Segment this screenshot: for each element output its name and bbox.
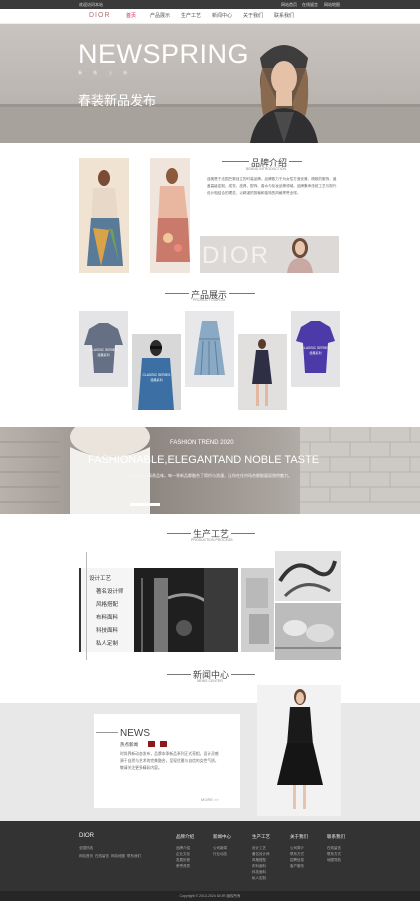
top-link-sitemap[interactable]: 网站地图 <box>324 2 340 7</box>
news-card-line <box>96 732 118 733</box>
product-card-3[interactable] <box>185 311 234 387</box>
logo[interactable]: DIOR <box>89 12 111 19</box>
hero-small-text: 春 装 上 新 <box>78 70 133 75</box>
footer-col-link[interactable]: 发展历程 <box>176 858 190 863</box>
footer-col-link[interactable]: 风格搭配 <box>252 858 266 863</box>
main-nav: DIOR 首页 产品展示 生产工艺 新闻中心 关于我们 联系我们 <box>0 9 420 24</box>
footer-link-home[interactable]: 网站首页 <box>79 854 93 859</box>
svg-text:经典系列: 经典系列 <box>97 352 109 357</box>
footer-col-title-about: 关于我们 <box>290 834 308 839</box>
footer-logo: DIOR <box>79 833 94 839</box>
footer-col-link[interactable]: 地图导航 <box>327 858 341 863</box>
nav-item-products[interactable]: 产品展示 <box>150 12 170 19</box>
brand-body: 迪奥是于法国巴黎创立的时装品牌。品牌致力于为女性打造优雅、精致的服饰，涵盖高级定… <box>207 177 337 195</box>
svg-text:CLASSIC SERIES: CLASSIC SERIES <box>302 346 331 350</box>
product-card-2[interactable]: CLASSIC SERIES 经典系列 <box>132 334 181 410</box>
news-photo <box>257 685 341 816</box>
news-card-title: NEWS <box>120 728 150 739</box>
footer-col-link[interactable]: 联系方式 <box>327 852 341 857</box>
footer-col-title-brand: 品牌介绍 <box>176 834 194 839</box>
nav-item-process[interactable]: 生产工艺 <box>181 12 201 19</box>
product-card-5[interactable]: CLASSIC SERIES 经典系列 <box>291 311 340 387</box>
news-card[interactable]: NEWS 热点新闻 时尚界新动态发布，品牌本季新品系列正式亮相，设计灵感源于自然… <box>94 714 240 808</box>
footer-link-contact[interactable]: 联系我们 <box>127 854 141 859</box>
process-menu-item-tech[interactable]: 科技面料 <box>96 626 118 634</box>
footer: DIOR 全国热线 网站首页 在线留言 网站地图 联系我们 品牌介绍 品牌介绍 … <box>0 821 420 891</box>
footer-col-title-process: 生产工艺 <box>252 834 270 839</box>
footer-col-link[interactable]: 设计工艺 <box>252 846 266 851</box>
footer-link-sitemap[interactable]: 网站地图 <box>111 854 125 859</box>
process-photo-main <box>134 568 238 652</box>
footer-col-title-contact: 联系我们 <box>327 834 345 839</box>
footer-col-link[interactable]: 私人定制 <box>252 876 266 881</box>
products-subtitle: PRODUCT DISPLAY <box>193 298 226 302</box>
news-card-label: 热点新闻 <box>120 742 138 747</box>
brand-watermark: DIOR <box>202 242 270 269</box>
svg-text:CLASSIC SERIES: CLASSIC SERIES <box>143 373 172 377</box>
process-menu-border <box>86 552 87 660</box>
footer-col-link[interactable]: 公司简介 <box>290 846 304 851</box>
top-link-home[interactable]: 网站首页 <box>281 2 297 7</box>
news-card-tag-2 <box>160 741 167 747</box>
process-photo-4 <box>275 603 341 660</box>
brand-watermark-box: DIOR <box>200 236 339 273</box>
news-subtitle: NEWS CENTER <box>197 679 223 683</box>
footer-hotline: 全国热线 <box>79 846 93 850</box>
footer-col-link[interactable]: 公司新闻 <box>213 846 227 851</box>
footer-col-link[interactable]: 荣誉资质 <box>176 864 190 869</box>
hero-title: NEWSPRING <box>78 39 250 69</box>
svg-text:CLASSIC SERIES: CLASSIC SERIES <box>90 348 119 352</box>
fashion-title: FASHIONABLE,ELEGANTAND NOBLE TASTE <box>88 454 320 466</box>
product-card-1[interactable]: CLASSIC SERIES 经典系列 <box>79 311 128 387</box>
process-menu: 设计工艺 著名设计师 风格搭配 布料面料 科技面料 私人定制 <box>79 568 134 652</box>
footer-link-message[interactable]: 在线留言 <box>95 854 109 859</box>
footer-col-link[interactable]: 著名设计师 <box>252 852 270 857</box>
welcome-text: 欢迎访问本站 <box>79 2 103 7</box>
top-link-message[interactable]: 在线留言 <box>302 2 318 7</box>
footer-col-link[interactable]: 客户服务 <box>290 864 304 869</box>
news-more-link[interactable]: MORE >> <box>201 797 219 802</box>
footer-col-title-news: 新闻中心 <box>213 834 231 839</box>
copyright-text: Copyright © 2013-2024 DIOR 版权所有 <box>179 894 241 898</box>
brand-model-photo <box>287 238 313 273</box>
process-menu-item-fabric[interactable]: 布料面料 <box>96 613 118 621</box>
process-subtitle: PRODUCTION PROCESS <box>191 538 233 542</box>
hero-subtitle: 春装新品发布 <box>78 93 157 108</box>
footer-col-link[interactable]: 企业文化 <box>176 852 190 857</box>
svg-text:经典系列: 经典系列 <box>150 377 162 382</box>
fashion-banner: FASHION TREND 2020 FASHIONABLE,ELEGANTAN… <box>0 427 420 514</box>
footer-col-link[interactable]: 布料面料 <box>252 864 266 869</box>
svg-text:经典系列: 经典系列 <box>309 350 321 355</box>
brand-photo-2 <box>150 158 190 273</box>
product-card-4[interactable] <box>238 334 287 410</box>
brand-photo-1 <box>79 158 129 273</box>
copyright-bar: Copyright © 2013-2024 DIOR 版权所有 <box>0 891 420 901</box>
process-menu-item-custom[interactable]: 私人定制 <box>96 639 118 647</box>
news-card-body: 时尚界新动态发布，品牌本季新品系列正式亮相，设计灵感源于自然与艺术的完美融合，呈… <box>120 752 219 770</box>
nav-item-contact[interactable]: 联系我们 <box>274 12 294 19</box>
footer-col-link[interactable]: 品牌介绍 <box>176 846 190 851</box>
footer-col-link[interactable]: 招聘信息 <box>290 858 304 863</box>
footer-col-link[interactable]: 在线留言 <box>327 846 341 851</box>
nav-item-about[interactable]: 关于我们 <box>243 12 263 19</box>
hero-banner[interactable]: NEWSPRING 春 装 上 新 春装新品发布 <box>0 24 420 143</box>
fashion-body: 时尚优雅，高贵品味。每一季新品都融合了简约与浪漫，让你在任何场合都能展现独特魅力… <box>128 473 292 478</box>
nav-item-home[interactable]: 首页 <box>126 12 136 19</box>
top-bar: 欢迎访问本站 网站首页 在线留言 网站地图 <box>0 0 420 9</box>
nav-item-news[interactable]: 新闻中心 <box>212 12 232 19</box>
process-menu-item-style[interactable]: 风格搭配 <box>96 600 118 608</box>
fashion-label: FASHION TREND 2020 <box>170 440 234 446</box>
brand-subtitle: BRAND INTRODUCTION <box>246 167 287 171</box>
process-menu-item-design[interactable]: 设计工艺 <box>89 574 111 582</box>
process-menu-item-designer[interactable]: 著名设计师 <box>96 587 124 595</box>
process-photo-3 <box>275 551 341 601</box>
page: 欢迎访问本站 网站首页 在线留言 网站地图 DIOR 首页 产品展示 生产工艺 … <box>0 0 420 901</box>
footer-col-link[interactable]: 联系方式 <box>290 852 304 857</box>
footer-col-link[interactable]: 科技面料 <box>252 870 266 875</box>
footer-col-link[interactable]: 行业动态 <box>213 852 227 857</box>
process-photo-2 <box>241 568 274 652</box>
news-card-tag-1 <box>148 741 155 747</box>
